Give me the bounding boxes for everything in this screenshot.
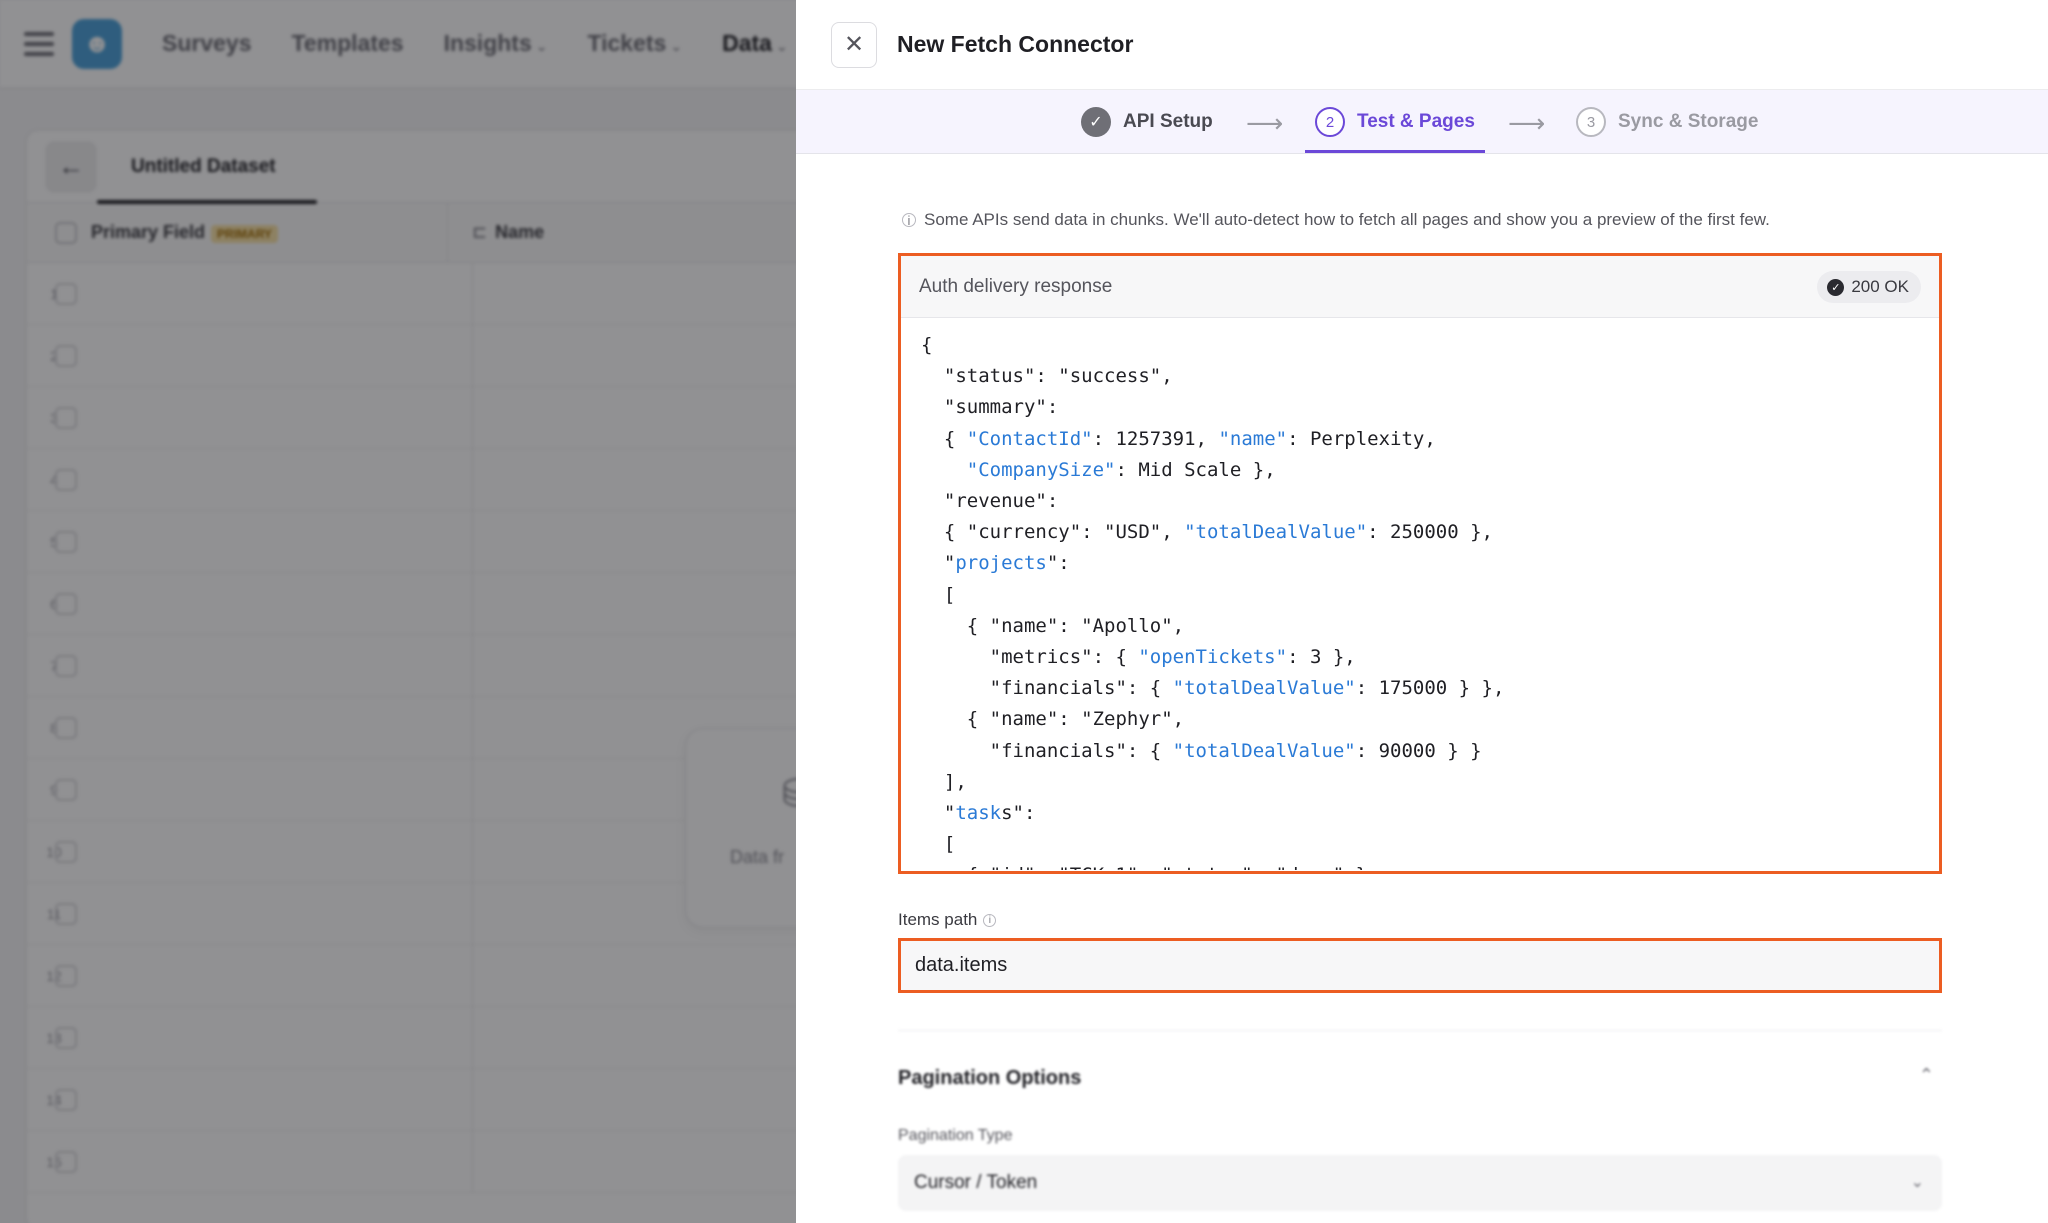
active-step-underline — [1305, 150, 1485, 153]
check-icon: ✓ — [1081, 107, 1111, 137]
step-label: Test & Pages — [1357, 111, 1475, 132]
code-line: [ — [921, 580, 1938, 611]
close-button[interactable]: ✕ — [831, 21, 877, 68]
json-token: : 250000 }, — [1367, 521, 1493, 544]
stepper: ✓ API Setup ⟶ 2 Test & Pages ⟶ 3 Sync & … — [796, 90, 2048, 154]
status-text: 200 OK — [1851, 277, 1909, 296]
json-token: "revenue": — [921, 490, 1059, 513]
info-icon: i — [902, 213, 916, 228]
json-token: " — [921, 552, 956, 575]
json-key-token: task — [955, 802, 1002, 825]
drawer-title: New Fetch Connector — [897, 31, 1134, 57]
code-line: { "name": "Apollo", — [921, 611, 1938, 642]
code-line: { "id": "TCK-1", "status": "done" } — [921, 860, 1938, 870]
json-token: : 175000 } }, — [1355, 677, 1505, 700]
json-token: : 3 }, — [1287, 646, 1356, 669]
step-label: API Setup — [1123, 111, 1213, 132]
json-token: { — [921, 427, 967, 450]
json-token: s": — [1001, 802, 1036, 825]
json-key-token: "CompanySize" — [966, 458, 1116, 481]
json-token: : Perplexity, — [1287, 427, 1436, 450]
json-token: "metrics": { — [921, 646, 1139, 669]
json-key-token: "totalDealValue" — [1172, 739, 1356, 762]
json-token: { "id": "TCK-1", "status": "done" } — [921, 864, 1367, 870]
chevron-down-icon: ⌄ — [1910, 1174, 1924, 1191]
code-line: "status": "success", — [921, 361, 1938, 392]
response-title: Auth delivery response — [919, 275, 1113, 297]
items-path-label-text: Items path — [898, 910, 978, 929]
code-line: [ — [921, 829, 1938, 860]
json-key-token: "openTickets" — [1138, 646, 1288, 669]
json-token: "financials": { — [921, 739, 1173, 762]
pagination-options-section: Pagination Options ⌃ Pagination Type Cur… — [898, 1030, 1942, 1223]
info-icon: i — [983, 913, 997, 927]
json-token: [ — [921, 833, 956, 856]
step-number: 3 — [1576, 107, 1606, 137]
step-api-setup[interactable]: ✓ API Setup — [1081, 90, 1213, 154]
json-token: : 90000 } } — [1355, 739, 1482, 762]
json-key-token: "name" — [1218, 427, 1288, 450]
code-line: { — [921, 330, 1938, 361]
code-line: "CompanySize": Mid Scale }, — [921, 455, 1938, 486]
json-token: " — [921, 802, 956, 825]
code-line: "metrics": { "openTickets": 3 }, — [921, 642, 1938, 673]
close-icon: ✕ — [843, 31, 865, 58]
step-number: 2 — [1315, 107, 1345, 137]
code-line: "tasks": — [921, 798, 1938, 829]
step-arrow-icon: ⟶ — [1246, 108, 1284, 138]
pagination-type-select[interactable]: Cursor / Token ⌄ — [898, 1155, 1942, 1211]
pagination-type-label: Pagination Type — [898, 1127, 1013, 1144]
items-path-input[interactable] — [898, 938, 1942, 993]
code-line: "summary": — [921, 392, 1938, 423]
json-token: "financials": { — [921, 677, 1173, 700]
step-sync-storage[interactable]: 3 Sync & Storage — [1576, 90, 1758, 154]
json-key-token: "ContactId" — [966, 427, 1093, 450]
json-token: { "currency": "USD", — [921, 521, 1185, 544]
json-token: "status": "success", — [921, 365, 1173, 388]
code-line: "financials": { "totalDealValue": 90000 … — [921, 736, 1938, 767]
drawer-header: ✕ New Fetch Connector — [796, 0, 2048, 90]
status-badge: ✓ 200 OK — [1817, 271, 1921, 303]
info-text: Some APIs send data in chunks. We'll aut… — [924, 210, 1770, 229]
code-line: ], — [921, 767, 1938, 798]
code-line: "projects": — [921, 548, 1938, 579]
chevron-up-icon[interactable]: ⌃ — [1919, 1065, 1934, 1086]
step-test-pages[interactable]: 2 Test & Pages — [1315, 90, 1475, 154]
check-circle-icon: ✓ — [1827, 278, 1845, 296]
code-line: "financials": { "totalDealValue": 175000… — [921, 673, 1938, 704]
json-token: : 1257391, — [1092, 427, 1219, 450]
response-header: Auth delivery response ✓ 200 OK — [901, 256, 1939, 318]
code-line: { "ContactId": 1257391, "name": Perplexi… — [921, 424, 1938, 455]
json-key-token: projects — [955, 552, 1047, 575]
json-key-token: "totalDealValue" — [1184, 521, 1368, 544]
pagination-type-value: Cursor / Token — [914, 1172, 1038, 1193]
json-token: { — [921, 334, 933, 356]
json-response-viewer[interactable]: { "status": "success", "summary": { "Con… — [901, 318, 1938, 870]
json-token: : Mid Scale }, — [1115, 458, 1276, 481]
code-line: { "currency": "USD", "totalDealValue": 2… — [921, 517, 1938, 548]
code-line: { "name": "Zephyr", — [921, 704, 1938, 735]
fetch-connector-drawer: ✕ New Fetch Connector ✓ API Setup ⟶ 2 Te… — [796, 0, 2048, 1223]
items-path-label: Items path i — [898, 910, 997, 930]
step-label: Sync & Storage — [1618, 111, 1759, 132]
json-token: ": — [1046, 552, 1070, 575]
response-panel: Auth delivery response ✓ 200 OK { "statu… — [898, 253, 1942, 874]
json-token: ], — [921, 770, 967, 793]
info-message: i Some APIs send data in chunks. We'll a… — [902, 210, 1770, 230]
pagination-options-title[interactable]: Pagination Options — [898, 1067, 1081, 1090]
json-token: { "name": "Zephyr", — [921, 708, 1185, 731]
json-token: { "name": "Apollo", — [921, 614, 1185, 637]
json-key-token: "totalDealValue" — [1172, 677, 1356, 700]
step-arrow-icon: ⟶ — [1508, 108, 1546, 138]
code-line: "revenue": — [921, 486, 1938, 517]
json-token: "summary": — [921, 396, 1059, 419]
json-token: [ — [921, 583, 956, 606]
